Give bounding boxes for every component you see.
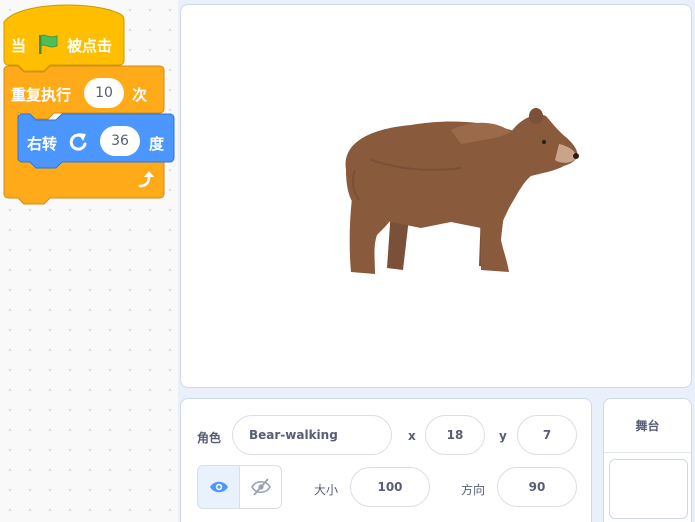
eye-slash-icon: [250, 478, 271, 496]
sprite-name-input[interactable]: Bear-walking: [232, 415, 392, 455]
direction-input[interactable]: 90: [497, 467, 577, 507]
green-flag-icon: [39, 34, 58, 54]
show-sprite-button[interactable]: [197, 465, 240, 509]
repeat-block-label: 重复执行: [11, 86, 72, 104]
loop-arrow-icon: [138, 171, 154, 188]
stage-pane-title: 舞台: [604, 399, 691, 453]
repeat-block-unit: 次: [132, 86, 148, 104]
stage-selector-pane[interactable]: 舞台: [603, 398, 692, 522]
sprite-info-pane: 角色 Bear-walking x 18 y 7 大小 100 方向 90: [180, 398, 592, 522]
rotate-right-icon: [69, 133, 87, 151]
direction-label: 方向: [461, 483, 486, 497]
turn-degrees-input[interactable]: 36: [100, 126, 140, 156]
turn-block-unit: 度: [149, 135, 165, 153]
hide-sprite-button[interactable]: [239, 465, 282, 509]
hat-block-prefix: 当: [11, 37, 27, 55]
size-input[interactable]: 100: [350, 467, 430, 507]
code-area[interactable]: 当 被点击 重复执行 10 次 右转 36 度: [0, 0, 178, 522]
y-label: y: [499, 429, 507, 443]
x-label: x: [408, 429, 416, 443]
visibility-toggle: [197, 465, 283, 509]
turn-block-label: 右转: [27, 135, 58, 153]
bear-walking-sprite[interactable]: [331, 100, 581, 280]
stage-thumbnail[interactable]: [609, 459, 688, 519]
repeat-count-input[interactable]: 10: [84, 78, 124, 108]
size-label: 大小: [314, 483, 339, 497]
sprite-label: 角色: [197, 431, 222, 445]
y-position-input[interactable]: 7: [517, 415, 577, 455]
x-position-input[interactable]: 18: [425, 415, 485, 455]
stage-canvas[interactable]: [180, 4, 692, 388]
hat-block-suffix: 被点击: [67, 37, 113, 55]
eye-icon: [209, 481, 228, 493]
